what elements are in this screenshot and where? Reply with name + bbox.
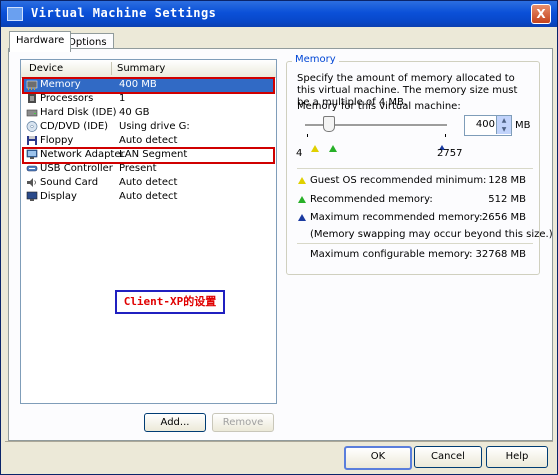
divider <box>297 168 533 169</box>
device-name: Sound Card <box>40 177 99 188</box>
recommended-legend-icon <box>298 196 306 203</box>
footer-divider <box>5 441 553 442</box>
column-header-device[interactable]: Device <box>29 63 63 74</box>
memory-field-label: Memory for this virtual machine: <box>297 101 461 112</box>
device-row-usb-controller[interactable]: USB Controller Present <box>22 162 274 176</box>
memory-slider-thumb[interactable] <box>323 116 335 132</box>
max-recommended-legend-icon <box>298 214 306 221</box>
window-title: Virtual Machine Settings <box>31 6 217 20</box>
sound-card-icon <box>27 178 36 187</box>
max-configurable-value: 32768 MB <box>475 249 526 260</box>
hard-disk-icon <box>26 109 38 117</box>
settings-window: Virtual Machine Settings X Hardware Opti… <box>0 0 558 475</box>
memory-unit: MB <box>515 120 531 131</box>
client-xp-annotation: Client-XP的设置 <box>115 290 225 314</box>
cd-dvd-icon <box>26 121 38 132</box>
vm-app-icon <box>7 7 23 21</box>
device-row-display[interactable]: Display Auto detect <box>22 190 274 204</box>
guest-os-min-legend-icon <box>298 177 306 184</box>
device-summary: Auto detect <box>119 177 178 188</box>
device-list: Device Summary Memory 400 MB Processors … <box>20 59 277 404</box>
device-row-floppy[interactable]: Floppy Auto detect <box>22 134 274 148</box>
memory-highlight-box <box>22 77 275 94</box>
device-summary: 1 <box>119 93 126 104</box>
device-summary: Auto detect <box>119 191 178 202</box>
device-name: Floppy <box>40 135 74 146</box>
remove-device-button[interactable]: Remove <box>212 413 274 432</box>
recommended-label: Recommended memory: <box>310 194 433 205</box>
device-row-sound-card[interactable]: Sound Card Auto detect <box>22 176 274 190</box>
hardware-panel: Device Summary Memory 400 MB Processors … <box>8 48 553 441</box>
network-adapter-highlight-box <box>22 147 275 164</box>
memory-value-input[interactable]: 400 ▲ ▼ <box>464 115 512 136</box>
slider-tick <box>445 134 446 137</box>
max-recommended-value: 2656 MB <box>481 212 526 223</box>
slider-max-label: 2757 <box>437 148 463 159</box>
memory-value[interactable]: 400 <box>476 119 495 130</box>
device-summary: Present <box>119 163 157 174</box>
ok-button[interactable]: OK <box>344 446 412 470</box>
spin-up-button[interactable]: ▲ <box>496 116 511 125</box>
guest-os-min-marker-icon <box>311 145 319 152</box>
recommended-value: 512 MB <box>488 194 526 205</box>
device-row-cd-dvd[interactable]: CD/DVD (IDE) Using drive G: <box>22 120 274 134</box>
usb-icon <box>26 165 38 172</box>
swap-note: (Memory swapping may occur beyond this s… <box>310 229 553 240</box>
guest-os-min-value: 128 MB <box>488 175 526 186</box>
display-icon <box>26 191 38 201</box>
tab-hardware[interactable]: Hardware <box>9 31 72 52</box>
device-list-header: Device Summary <box>21 60 276 78</box>
recommended-marker-icon <box>329 145 337 152</box>
cancel-button[interactable]: Cancel <box>414 446 482 468</box>
slider-tick <box>307 134 308 137</box>
close-button[interactable]: X <box>531 4 551 24</box>
device-name: USB Controller <box>40 163 113 174</box>
floppy-icon <box>27 136 37 145</box>
title-bar[interactable]: Virtual Machine Settings X <box>1 1 557 27</box>
device-name: Display <box>40 191 77 202</box>
processor-icon <box>28 94 36 103</box>
device-name: Hard Disk (IDE) <box>40 107 117 118</box>
add-device-button[interactable]: Add... <box>144 413 206 432</box>
slider-min-label: 4 <box>296 148 303 159</box>
column-divider[interactable] <box>111 62 112 75</box>
spin-down-button[interactable]: ▼ <box>496 125 511 134</box>
device-summary: Using drive G: <box>119 121 190 132</box>
memory-group-title: Memory <box>292 54 339 65</box>
column-header-summary[interactable]: Summary <box>117 63 165 74</box>
device-summary: Auto detect <box>119 135 178 146</box>
device-row-processors[interactable]: Processors 1 <box>22 92 274 106</box>
device-name: Processors <box>40 93 94 104</box>
help-button[interactable]: Help <box>486 446 548 468</box>
device-row-hard-disk[interactable]: Hard Disk (IDE) 40 GB <box>22 106 274 120</box>
max-configurable-label: Maximum configurable memory: <box>310 249 473 260</box>
device-name: CD/DVD (IDE) <box>40 121 109 132</box>
divider <box>297 243 533 244</box>
device-summary: 40 GB <box>119 107 150 118</box>
